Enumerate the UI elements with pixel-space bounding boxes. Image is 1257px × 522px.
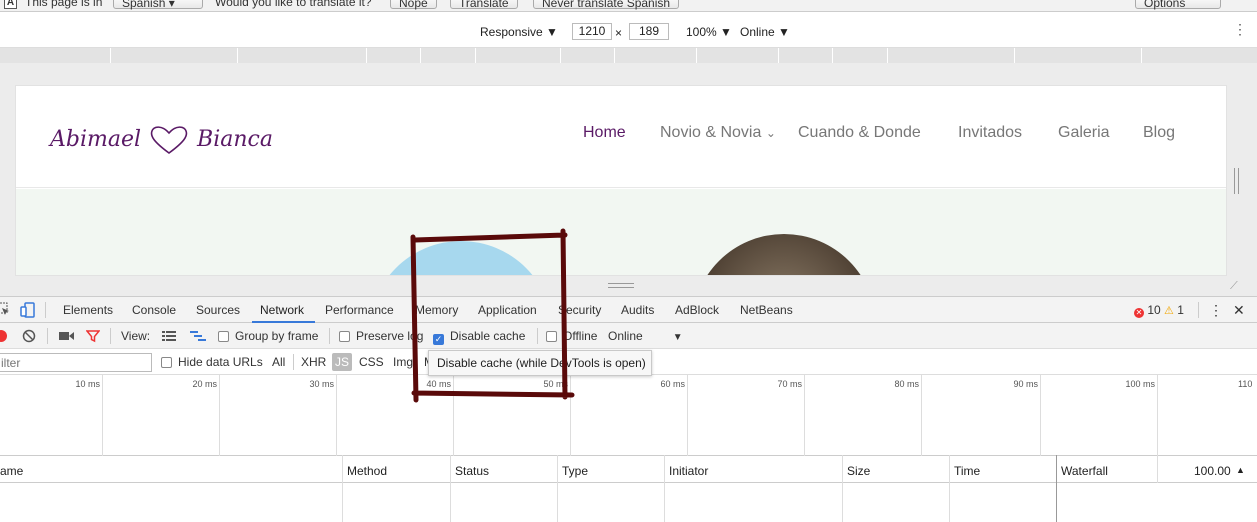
error-icon: ✕ [1134,308,1144,318]
close-icon[interactable]: ✕ [1233,302,1245,319]
inspect-element-icon[interactable] [0,302,10,316]
column-time[interactable]: Time [954,464,980,478]
nav-home[interactable]: Home [583,124,626,142]
throttling-select[interactable]: Online ▼ [608,329,683,343]
nav-blog[interactable]: Blog [1143,124,1175,142]
nav-novio-novia[interactable]: Novio & Novia ⌄ [660,124,776,142]
tab-performance[interactable]: Performance [325,303,394,317]
device-toolbar-icon[interactable] [20,302,36,318]
viewport-height-input[interactable]: 189 [629,23,669,40]
network-toolbar: View: Group by frame Preserve log ✓ Disab… [0,323,1257,349]
nav-galeria[interactable]: Galeria [1058,124,1110,142]
timeline-tick: 10 ms [75,379,100,389]
dimension-separator: × [615,26,623,40]
checkbox-icon [218,331,229,342]
website-preview: Abimael Bianca Home Novio & Novia ⌄ Cuan… [15,85,1227,276]
device-toolbar: Responsive ▼ 1210 × 189 100% ▼ Online ▼ … [0,12,1257,48]
column-size[interactable]: Size [847,464,870,478]
tab-console[interactable]: Console [132,303,176,317]
timeline-tick: 60 ms [660,379,685,389]
bride-photo [692,234,876,275]
heart-icon [150,126,188,154]
viewport-width-input[interactable]: 1210 [572,23,612,40]
timeline-tick: 20 ms [192,379,217,389]
tab-network[interactable]: Network [260,303,304,317]
timeline-tick: 30 ms [309,379,334,389]
nav-cuando-donde[interactable]: Cuando & Donde [798,124,921,142]
timeline-tick: 100 ms [1125,379,1155,389]
checkbox-icon [339,331,350,342]
media-query-ruler[interactable] [0,48,1257,63]
translate-question: Would you like to translate it? [215,0,372,9]
checkbox-icon [161,357,172,368]
filter-icon[interactable] [86,329,100,343]
hide-data-urls-checkbox[interactable]: Hide data URLs [161,355,263,369]
timeline-tick: 70 ms [777,379,802,389]
viewport-resize-handle-right[interactable] [1234,168,1239,194]
network-overview-timeline[interactable]: 10 ms 20 ms 30 ms 40 ms 50 ms 60 ms 70 m… [0,375,1257,456]
requests-table-header: ame Method Status Type Initiator Size Ti… [0,456,1257,483]
network-throttle-select[interactable]: Online ▼ [740,25,790,39]
translate-button[interactable]: Translate [450,0,518,10]
overview-icon[interactable] [190,331,206,341]
translate-infobar: A This page is in Spanish ▾ Would you li… [0,0,1257,12]
clear-icon[interactable] [22,329,36,343]
warning-icon: ⚠ [1164,305,1174,317]
tab-netbeans[interactable]: NetBeans [740,303,793,317]
timeline-tick: 110 [1238,379,1253,389]
options-button[interactable]: Options [1135,0,1221,10]
filter-all[interactable]: All [272,355,285,369]
error-warning-counter[interactable]: ✕ 10 ⚠ 1 [1134,303,1184,318]
record-icon[interactable] [0,329,8,343]
filter-css[interactable]: CSS [359,355,384,369]
column-status[interactable]: Status [455,464,489,478]
more-options-icon[interactable]: ⋮ [1233,22,1247,36]
tab-audits[interactable]: Audits [621,303,654,317]
tab-adblock[interactable]: AdBlock [675,303,719,317]
timeline-tick: 90 ms [1013,379,1038,389]
column-type[interactable]: Type [562,464,588,478]
large-rows-icon[interactable] [162,331,176,341]
filter-xhr[interactable]: XHR [301,355,326,369]
tab-sources[interactable]: Sources [196,303,240,317]
translate-prompt: This page is in [25,0,103,9]
chevron-down-icon: ⌄ [765,126,776,140]
devtools-panel: Elements Console Sources Network Perform… [0,296,1257,522]
devtools-menu-icon[interactable]: ⋮ [1209,302,1223,319]
view-label: View: [121,329,151,343]
video-camera-icon[interactable] [59,330,75,342]
nope-button[interactable]: Nope [390,0,437,10]
devtools-tabbar: Elements Console Sources Network Perform… [0,297,1257,323]
tab-elements[interactable]: Elements [63,303,113,317]
column-method[interactable]: Method [347,464,387,478]
hero-section [16,189,1226,275]
chevron-down-icon: ▼ [672,332,683,343]
column-waterfall[interactable]: Waterfall [1061,464,1108,478]
waterfall-scale-label: 100.00 [1194,464,1231,478]
column-name[interactable]: ame [0,464,23,478]
never-translate-button[interactable]: Never translate Spanish [533,0,680,10]
zoom-select[interactable]: 100% ▼ [686,25,732,39]
viewport-resize-handle-bottom[interactable] [608,283,634,288]
language-select[interactable]: Spanish ▾ [113,0,203,10]
filter-input[interactable] [0,353,152,372]
corner-resize-grip[interactable]: ⟋ [1230,280,1238,293]
site-header: Abimael Bianca Home Novio & Novia ⌄ Cuan… [16,86,1226,188]
site-logo[interactable]: Abimael Bianca [50,124,273,156]
nav-invitados[interactable]: Invitados [958,124,1022,142]
device-mode-select[interactable]: Responsive ▼ [480,25,558,39]
column-initiator[interactable]: Initiator [669,464,708,478]
translate-icon: A [4,0,17,9]
sort-ascending-icon[interactable]: ▲ [1236,465,1245,475]
group-by-frame-checkbox[interactable]: Group by frame [218,329,318,343]
filter-js[interactable]: JS [332,353,352,371]
annotation-box [410,228,575,403]
timeline-tick: 80 ms [894,379,919,389]
